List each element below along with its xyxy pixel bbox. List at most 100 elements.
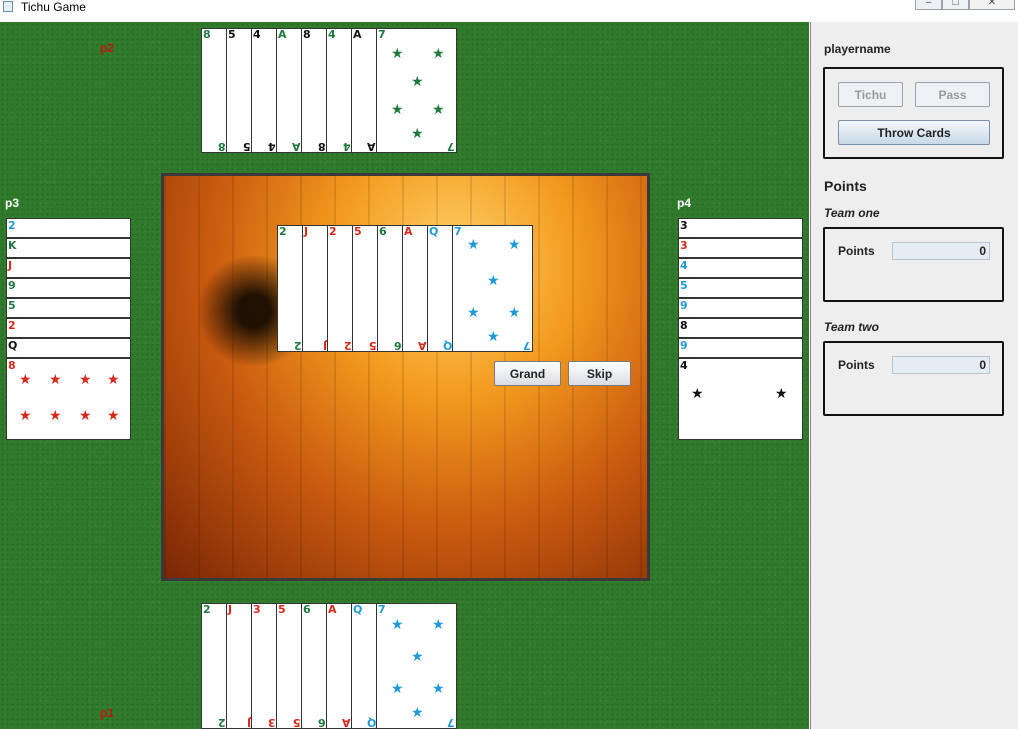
card-rank: Q (429, 225, 439, 238)
card-rank-inverted: A (292, 140, 301, 153)
card-pip: ★ (19, 408, 32, 424)
card-rank: 5 (8, 299, 16, 312)
sidebar: playername Tichu Pass Throw Cards Points… (810, 22, 1018, 729)
card-pip: ★ (432, 681, 445, 697)
card-bottom-5[interactable]: AA (326, 603, 353, 729)
throw-cards-button[interactable]: Throw Cards (838, 120, 990, 145)
card-rank-inverted: 8 (218, 140, 226, 153)
card-pip: ★ (411, 705, 424, 721)
card-pip: ★ (411, 649, 424, 665)
card-top-0: 88 (201, 28, 228, 153)
card-rank: K (8, 239, 17, 252)
card-rank: 7 (378, 603, 386, 616)
close-icon[interactable]: ✕ (969, 0, 1015, 10)
card-rank-inverted: A (418, 339, 427, 352)
card-rank: 6 (303, 603, 311, 616)
card-center-1: JJ (302, 225, 329, 352)
card-right-3: 5 (678, 278, 803, 298)
card-rank-inverted: 2 (344, 339, 352, 352)
card-center-4: 66 (377, 225, 404, 352)
card-pip: ★ (775, 386, 788, 402)
card-rank: 4 (680, 359, 688, 372)
card-top-7: 7 7 ★ ★ ★ ★ ★ ★ (376, 28, 457, 153)
card-rank: 4 (253, 28, 261, 41)
card-rank: A (328, 603, 337, 616)
card-center-5: AA (402, 225, 429, 352)
card-pip: ★ (691, 386, 704, 402)
player-name: playername (824, 42, 891, 56)
player-label-bottom: p1 (100, 706, 115, 720)
maximize-icon[interactable]: □ (942, 0, 969, 10)
card-pip: ★ (391, 46, 404, 62)
card-right-7: 4 ★ ★ (678, 358, 803, 440)
card-bottom-3[interactable]: 55 (276, 603, 303, 729)
card-rank: 2 (8, 219, 16, 232)
card-pip: ★ (508, 237, 521, 253)
points-heading: Points (824, 178, 867, 194)
card-rank-inverted: Q (366, 716, 376, 729)
card-rank: 2 (203, 603, 211, 616)
card-bottom-0[interactable]: 22 (201, 603, 228, 729)
card-rank-inverted: 4 (343, 140, 351, 153)
card-bottom-6[interactable]: QQ (351, 603, 378, 729)
card-pip: ★ (508, 305, 521, 321)
card-rank: A (404, 225, 413, 238)
team-two-label: Team two (824, 320, 879, 334)
card-rank: 4 (328, 28, 336, 41)
card-left-2: J (6, 258, 131, 278)
action-panel: Tichu Pass Throw Cards (823, 67, 1004, 159)
card-right-4: 9 (678, 298, 803, 318)
card-rank: 8 (680, 319, 688, 332)
card-rank: 5 (278, 603, 286, 616)
card-center-3: 55 (352, 225, 379, 352)
card-left-6: Q (6, 338, 131, 358)
card-bottom-4[interactable]: 66 (301, 603, 328, 729)
card-pip: ★ (432, 102, 445, 118)
card-rank: 9 (680, 299, 688, 312)
card-rank-inverted: 8 (318, 140, 326, 153)
card-top-6: AA (351, 28, 378, 153)
card-rank-inverted: 6 (394, 339, 402, 352)
window-title: Tichu Game (21, 0, 86, 14)
grand-button[interactable]: Grand (494, 361, 561, 386)
card-rank-inverted: 4 (268, 140, 276, 153)
card-center-7: 7 7 ★ ★ ★ ★ ★ ★ (452, 225, 533, 352)
card-left-7: 8 ★ ★ ★ ★ ★ ★ ★ ★ (6, 358, 131, 440)
card-center-2: 22 (327, 225, 354, 352)
player-label-right: p4 (677, 196, 692, 210)
card-pip: ★ (391, 681, 404, 697)
card-rank-inverted: 2 (294, 339, 302, 352)
card-rank-inverted: 5 (293, 716, 301, 729)
team-two-panel: Points 0 (823, 341, 1004, 416)
card-rank: 2 (329, 225, 337, 238)
card-rank-inverted: 5 (369, 339, 377, 352)
player-label-left: p3 (5, 196, 20, 210)
card-bottom-7[interactable]: 7 7 ★ ★ ★ ★ ★ ★ (376, 603, 457, 729)
card-bottom-1[interactable]: JJ (226, 603, 253, 729)
card-rank-inverted: 6 (318, 716, 326, 729)
card-top-4: 88 (301, 28, 328, 153)
card-pip: ★ (79, 408, 92, 424)
card-pip: ★ (49, 408, 62, 424)
card-rank: J (228, 603, 233, 616)
team-one-panel: Points 0 (823, 227, 1004, 302)
pass-button[interactable]: Pass (915, 82, 990, 107)
card-left-3: 9 (6, 278, 131, 298)
minimize-icon[interactable]: ‒ (915, 0, 942, 10)
card-rank-inverted: 7 (523, 339, 531, 352)
card-pip: ★ (487, 329, 500, 345)
card-rank: 2 (8, 319, 16, 332)
skip-button[interactable]: Skip (568, 361, 631, 386)
card-center-0: 22 (277, 225, 304, 352)
card-pip: ★ (487, 273, 500, 289)
team-one-points-field: 0 (892, 242, 990, 260)
play-area: 2 2 J J 2 2 5 5 6 6 A A Q Q 7 7 ★ ★ ★ ★ ★ ★ Grand Skip (161, 173, 650, 581)
card-rank: 8 (203, 28, 211, 41)
card-rank: 2 (279, 225, 287, 238)
card-rank: A (278, 28, 287, 41)
tichu-button[interactable]: Tichu (838, 82, 903, 107)
card-bottom-2[interactable]: 33 (251, 603, 278, 729)
card-left-0: 2 (6, 218, 131, 238)
card-top-5: 44 (326, 28, 353, 153)
card-pip: ★ (411, 126, 424, 142)
